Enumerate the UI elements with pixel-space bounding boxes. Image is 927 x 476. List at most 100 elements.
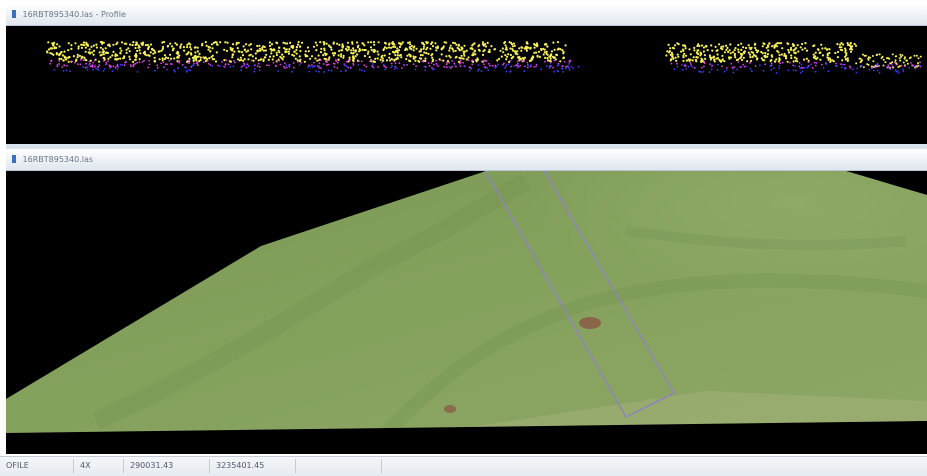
- profile-point: [737, 48, 740, 51]
- profile-point: [520, 49, 523, 52]
- profile-point: [696, 52, 699, 55]
- profile-point: [58, 59, 61, 62]
- scene-3d-view[interactable]: [6, 171, 927, 454]
- profile-point: [199, 58, 202, 62]
- profile-point: [860, 64, 862, 67]
- window-icon: [12, 154, 16, 163]
- profile-point: [481, 53, 485, 56]
- profile-point: [895, 70, 898, 73]
- profile-point: [60, 50, 63, 54]
- profile-point: [80, 57, 83, 60]
- profile-point: [240, 51, 244, 54]
- profile-point: [216, 43, 219, 46]
- profile-point: [102, 53, 106, 56]
- profile-point: [511, 56, 514, 59]
- profile-point: [327, 63, 330, 66]
- profile-point: [698, 44, 701, 48]
- profile-point: [256, 65, 259, 68]
- profile-point: [884, 61, 887, 64]
- profile-point: [542, 53, 545, 56]
- profile-point: [804, 47, 807, 50]
- profile-point: [367, 50, 370, 53]
- profile-point: [856, 67, 859, 70]
- profile-point: [721, 48, 724, 51]
- profile-point: [448, 46, 451, 50]
- profile-point: [684, 47, 687, 50]
- profile-point: [917, 62, 919, 65]
- profile-point: [473, 49, 476, 52]
- profile-point: [60, 57, 63, 60]
- profile-point: [737, 58, 740, 61]
- profile-point: [713, 58, 716, 61]
- profile-point: [504, 44, 507, 47]
- profile-point: [394, 54, 397, 57]
- profile-point: [843, 63, 846, 66]
- profile-point: [289, 41, 292, 44]
- profile-point: [241, 54, 245, 57]
- profile-point: [691, 59, 694, 62]
- profile-point: [319, 59, 322, 62]
- profile-point: [798, 65, 801, 68]
- profile-point: [259, 49, 262, 52]
- profile-point: [65, 69, 68, 72]
- profile-point: [330, 69, 333, 72]
- profile-point: [513, 44, 516, 47]
- profile-point: [487, 62, 490, 65]
- profile-point: [781, 61, 784, 64]
- profile-point: [760, 50, 763, 54]
- profile-point: [507, 53, 510, 56]
- profile-point: [505, 58, 508, 61]
- profile-point: [325, 60, 328, 63]
- profile-view[interactable]: [6, 26, 927, 144]
- profile-point: [792, 64, 794, 67]
- profile-point: [198, 52, 201, 55]
- profile-point: [903, 57, 906, 60]
- profile-point: [350, 49, 353, 52]
- profile-point: [692, 56, 695, 59]
- profile-point: [270, 52, 273, 55]
- profile-point: [472, 54, 475, 57]
- profile-point: [700, 66, 703, 69]
- profile-point: [478, 49, 481, 52]
- scene-window-title[interactable]: 16RBT895340.las: [6, 149, 927, 171]
- profile-point: [210, 43, 214, 46]
- profile-point: [349, 67, 352, 70]
- profile-point: [221, 61, 223, 63]
- profile-point: [336, 67, 339, 69]
- profile-point: [459, 65, 462, 68]
- profile-point: [807, 61, 810, 64]
- profile-point: [90, 45, 93, 48]
- profile-point: [716, 53, 719, 56]
- profile-point: [406, 64, 408, 66]
- profile-point: [835, 62, 837, 65]
- profile-point: [406, 54, 409, 57]
- profile-window-title[interactable]: 16RBT895340.las - Profile: [6, 4, 927, 26]
- profile-point: [497, 63, 499, 66]
- profile-point: [370, 59, 373, 62]
- profile-point: [771, 55, 774, 58]
- profile-point: [546, 59, 550, 62]
- profile-point: [691, 65, 694, 68]
- profile-point: [363, 48, 366, 52]
- profile-point: [242, 59, 245, 62]
- profile-point: [294, 57, 297, 60]
- profile-point: [308, 70, 311, 73]
- profile-point: [919, 61, 921, 64]
- profile-point: [771, 45, 774, 48]
- profile-point: [729, 52, 732, 55]
- profile-point: [188, 62, 190, 65]
- profile-point: [162, 61, 165, 64]
- profile-point: [906, 62, 909, 65]
- profile-point: [410, 44, 413, 48]
- profile-point: [365, 65, 368, 68]
- profile-point: [754, 46, 757, 50]
- profile-point: [740, 48, 743, 51]
- profile-point: [149, 43, 153, 46]
- profile-point: [106, 51, 109, 54]
- profile-point: [431, 56, 434, 59]
- profile-point: [185, 69, 188, 72]
- profile-point: [361, 48, 364, 51]
- profile-point: [274, 65, 277, 68]
- profile-point: [844, 58, 848, 61]
- profile-point: [792, 60, 795, 63]
